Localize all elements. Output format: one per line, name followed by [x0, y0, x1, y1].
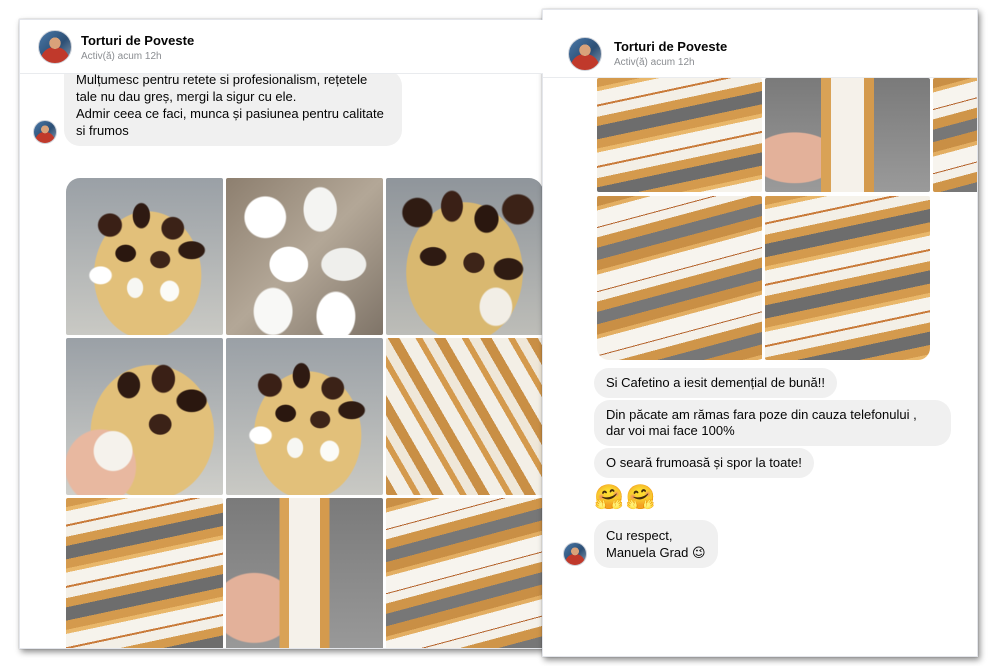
- photo-tile[interactable]: [386, 178, 543, 335]
- contact-name[interactable]: Torturi de Poveste: [81, 33, 194, 48]
- photo-tile[interactable]: [765, 78, 930, 192]
- contact-name[interactable]: Torturi de Poveste: [614, 39, 727, 54]
- photo-tile[interactable]: [226, 498, 383, 648]
- photo-tile[interactable]: [386, 498, 543, 648]
- photo-tile[interactable]: [597, 196, 762, 360]
- active-status: Activ(ă) acum 12h: [81, 51, 162, 62]
- photo-tile[interactable]: [597, 78, 762, 192]
- photo-tile[interactable]: [66, 498, 223, 648]
- chat-window-left: Torturi de Poveste Activ(ă) acum 12h Mul…: [19, 19, 557, 649]
- sender-avatar[interactable]: [33, 120, 57, 144]
- chat-header: Torturi de Poveste Activ(ă) acum 12h: [20, 20, 556, 74]
- contact-avatar[interactable]: [568, 37, 602, 71]
- message-bubble: O seară frumoasă și spor la toate!: [594, 448, 814, 478]
- emoji-message: 🤗🤗: [594, 484, 658, 511]
- photo-tile[interactable]: [66, 338, 223, 495]
- chat-header: Torturi de Poveste Activ(ă) acum 12h: [543, 10, 977, 78]
- chat-window-right: Torturi de Poveste Activ(ă) acum 12h Si …: [542, 9, 978, 657]
- photo-tile[interactable]: [226, 338, 383, 495]
- photo-tile[interactable]: [765, 196, 930, 360]
- message-bubble: Cu respect, Manuela Grad 😉: [594, 520, 718, 568]
- photo-tile[interactable]: [386, 338, 543, 495]
- message-bubble: Din păcate am rămas fara poze din cauza …: [594, 400, 951, 446]
- photo-tile[interactable]: [226, 178, 383, 335]
- active-status: Activ(ă) acum 12h: [614, 57, 695, 68]
- photo-tile[interactable]: [66, 178, 223, 335]
- contact-avatar[interactable]: [38, 30, 72, 64]
- sender-avatar[interactable]: [563, 542, 587, 566]
- message-bubble: Si Cafetino a iesit demențial de bună!!: [594, 368, 837, 398]
- photo-tile[interactable]: [933, 78, 977, 192]
- message-bubble: Mulțumesc pentru retete si profesionalis…: [64, 70, 402, 146]
